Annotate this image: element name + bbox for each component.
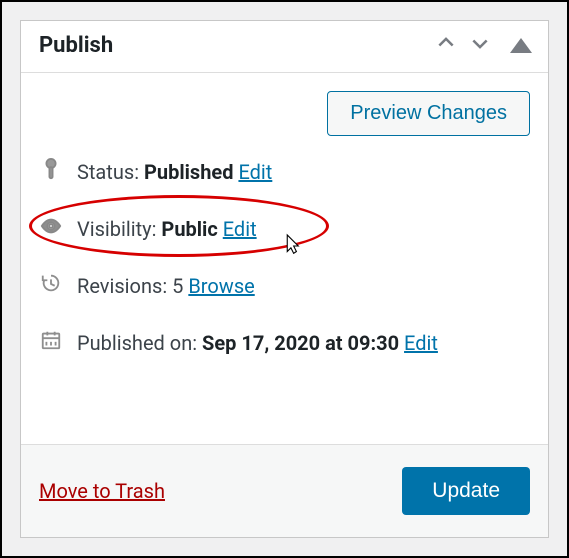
revisions-count: 5 <box>172 274 183 298</box>
published-on-edit-link[interactable]: Edit <box>404 331 438 355</box>
eye-icon <box>39 215 63 242</box>
key-icon <box>39 158 63 185</box>
move-up-icon[interactable] <box>436 33 456 58</box>
screenshot-frame: Publish Preview Changes Statu <box>0 0 569 558</box>
publish-panel: Publish Preview Changes Statu <box>20 20 549 538</box>
update-button[interactable]: Update <box>402 467 530 515</box>
calendar-icon <box>39 329 63 356</box>
preview-row: Preview Changes <box>39 91 530 136</box>
visibility-edit-link[interactable]: Edit <box>223 217 257 241</box>
cursor-annotation-icon <box>279 233 301 264</box>
published-on-row: Published on: Sep 17, 2020 at 09:30 Edit <box>39 329 530 356</box>
status-row: Status: Published Edit <box>39 158 530 185</box>
status-label: Status: <box>77 160 139 184</box>
revisions-label: Revisions: <box>77 274 167 298</box>
status-edit-link[interactable]: Edit <box>238 160 272 184</box>
collapse-toggle-icon[interactable] <box>510 38 532 53</box>
panel-footer: Move to Trash Update <box>21 444 548 537</box>
move-to-trash-link[interactable]: Move to Trash <box>39 479 165 503</box>
revisions-browse-link[interactable]: Browse <box>188 274 254 298</box>
visibility-value: Public <box>161 217 217 241</box>
move-down-icon[interactable] <box>470 33 490 58</box>
panel-header: Publish <box>21 21 548 73</box>
revisions-row: Revisions: 5 Browse <box>39 272 530 299</box>
published-on-label: Published on: <box>77 331 197 355</box>
status-value: Published <box>144 160 233 184</box>
panel-body: Preview Changes Status: Published Edit V… <box>21 73 548 356</box>
panel-header-controls <box>436 33 532 58</box>
visibility-label: Visibility: <box>77 217 156 241</box>
published-on-value: Sep 17, 2020 at 09:30 <box>202 331 399 355</box>
panel-title: Publish <box>39 33 436 58</box>
history-icon <box>39 272 63 299</box>
preview-changes-button[interactable]: Preview Changes <box>327 91 530 136</box>
visibility-row: Visibility: Public Edit <box>39 215 530 242</box>
